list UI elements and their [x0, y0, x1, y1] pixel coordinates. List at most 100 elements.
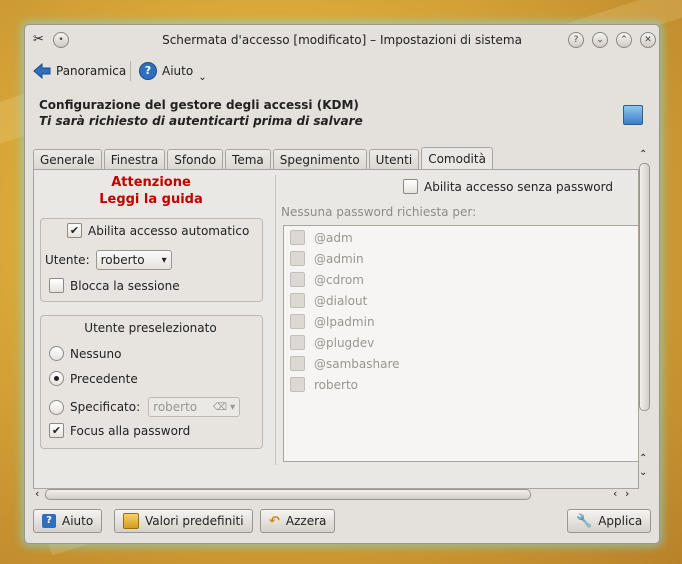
help-button[interactable]: ? Aiuto: [33, 509, 103, 533]
radio-specificato-label: Specificato:: [70, 400, 141, 414]
settings-window: ✂ • Schermata d'accesso [modificato] – I…: [24, 24, 660, 544]
lock-session-box: [49, 278, 64, 293]
scroll-left-icon[interactable]: ‹: [613, 487, 617, 500]
list-item-checkbox: [290, 335, 305, 350]
help-circle-icon: ?: [139, 62, 157, 80]
vertical-scrollbar[interactable]: ⌃ ⌃ ⌄: [637, 149, 651, 483]
list-item[interactable]: @plugdev: [290, 335, 374, 350]
autologin-checkbox[interactable]: ✔ Abilita accesso automatico: [67, 223, 249, 238]
list-item-label: @sambashare: [314, 356, 400, 371]
overview-button[interactable]: Panoramica: [33, 59, 126, 83]
help-menu-button[interactable]: ? Aiuto ⌄: [139, 59, 207, 83]
chevron-down-icon: ⌄: [198, 71, 207, 83]
help-title-button[interactable]: ?: [568, 32, 584, 48]
tab-bar: Generale Finestra Sfondo Tema Spegniment…: [33, 147, 493, 170]
kdm-monitor-icon: [623, 105, 643, 125]
tab-spegnimento[interactable]: Spegnimento: [272, 149, 367, 170]
specified-user-select[interactable]: roberto ⌫ ▾: [148, 397, 241, 417]
focus-password-checkbox[interactable]: ✔ Focus alla password: [49, 423, 190, 438]
window-title: Schermata d'accesso [modificato] – Impos…: [162, 33, 522, 47]
undo-icon: ↶: [269, 513, 280, 529]
autologin-label: Abilita accesso automatico: [88, 223, 250, 238]
title-bar[interactable]: ✂ • Schermata d'accesso [modificato] – I…: [25, 25, 659, 55]
apply-button-label: Applica: [598, 514, 643, 528]
list-item-label: @lpadmin: [314, 314, 375, 329]
list-item[interactable]: @admin: [290, 251, 364, 266]
chevron-down-icon: ▾: [161, 254, 167, 266]
tab-finestra[interactable]: Finestra: [103, 149, 166, 170]
autologin-check-icon: ✔: [67, 223, 82, 238]
list-item-label: @plugdev: [314, 335, 375, 350]
user-label: Utente:: [45, 253, 90, 267]
toolbar-separator: [130, 61, 131, 81]
tab-generale[interactable]: Generale: [33, 149, 102, 170]
scroll-up-icon[interactable]: ⌃: [639, 149, 647, 160]
apply-button[interactable]: 🔧 Applica: [567, 509, 652, 533]
list-item[interactable]: @adm: [290, 230, 353, 245]
scroll-right-icon[interactable]: ›: [625, 487, 629, 500]
scroll-left-icon[interactable]: ‹: [35, 487, 39, 500]
reset-button[interactable]: ↶ Azzera: [260, 509, 336, 533]
user-select[interactable]: roberto ▾: [95, 250, 172, 270]
focus-password-check-icon: ✔: [49, 423, 64, 438]
nopassword-label: Abilita accesso senza password: [424, 179, 613, 194]
list-item-label: @admin: [314, 251, 364, 266]
list-item-label: @adm: [314, 230, 353, 245]
hscroll-thumb[interactable]: [45, 489, 531, 500]
radio-nessuno-label: Nessuno: [70, 346, 122, 361]
back-arrow-icon: [33, 63, 51, 79]
help-label: Aiuto: [162, 64, 194, 78]
maximize-button[interactable]: ⌃: [616, 32, 632, 48]
list-item[interactable]: @lpadmin: [290, 314, 375, 329]
defaults-button-label: Valori predefiniti: [145, 514, 244, 528]
list-item-checkbox: [290, 272, 305, 287]
list-item[interactable]: roberto: [290, 377, 358, 392]
list-item-checkbox: [290, 251, 305, 266]
radio-precedente-label: Precedente: [70, 371, 138, 386]
radio-specificato[interactable]: Specificato: roberto ⌫ ▾: [49, 397, 241, 417]
restore-defaults-icon: [123, 513, 139, 529]
help-book-icon: ?: [42, 514, 56, 528]
page-title: Configurazione del gestore degli accessi…: [39, 98, 359, 112]
overview-label: Panoramica: [56, 64, 127, 78]
list-item-checkbox: [290, 314, 305, 329]
panel-divider: [275, 175, 276, 465]
radio-precedente[interactable]: Precedente: [49, 371, 138, 386]
lock-session-label: Blocca la sessione: [70, 278, 180, 293]
radio-nessuno[interactable]: Nessuno: [49, 346, 121, 361]
tab-utenti[interactable]: Utenti: [368, 149, 420, 170]
tab-sfondo[interactable]: Sfondo: [167, 149, 224, 170]
tab-comodita[interactable]: Comodità: [421, 147, 493, 170]
user-row: Utente: roberto ▾: [45, 250, 172, 270]
warning-guide: Leggi la guida: [99, 192, 203, 207]
scroll-thumb[interactable]: [639, 163, 650, 411]
list-item[interactable]: @dialout: [290, 293, 367, 308]
scroll-down-icon[interactable]: ⌄: [639, 467, 647, 478]
help-button-label: Aiuto: [62, 514, 94, 528]
list-item[interactable]: @cdrom: [290, 272, 364, 287]
list-item-checkbox: [290, 377, 305, 392]
horizontal-scrollbar[interactable]: ‹ ‹ ›: [33, 487, 637, 501]
nopassword-checkbox[interactable]: Abilita accesso senza password: [403, 179, 613, 194]
list-item-checkbox: [290, 356, 305, 371]
nopassword-box: [403, 179, 418, 194]
list-item-checkbox: [290, 293, 305, 308]
close-button[interactable]: ✕: [640, 32, 656, 48]
scroll-up-icon[interactable]: ⌃: [639, 453, 647, 464]
wrench-icon: 🔧: [576, 513, 593, 529]
specified-user-value: roberto: [153, 400, 198, 414]
toolbar: Panoramica ? Aiuto ⌄: [25, 55, 659, 87]
shade-button[interactable]: ⌄: [592, 32, 608, 48]
nopassword-user-list[interactable]: @adm @admin @cdrom @dialout @lpadmin @pl…: [283, 225, 639, 462]
radio-precedente-dot: [49, 371, 64, 386]
tab-tema[interactable]: Tema: [225, 149, 271, 170]
list-item-checkbox: [290, 230, 305, 245]
focus-password-label: Focus alla password: [70, 423, 191, 438]
user-select-value: roberto: [100, 253, 145, 267]
page-subtitle: Ti sarà richiesto di autenticarti prima …: [39, 114, 363, 128]
list-item[interactable]: @sambashare: [290, 356, 400, 371]
lock-session-checkbox[interactable]: Blocca la sessione: [49, 278, 180, 293]
defaults-button[interactable]: Valori predefiniti: [114, 509, 253, 533]
radio-nessuno-dot: [49, 346, 64, 361]
reset-button-label: Azzera: [285, 514, 327, 528]
